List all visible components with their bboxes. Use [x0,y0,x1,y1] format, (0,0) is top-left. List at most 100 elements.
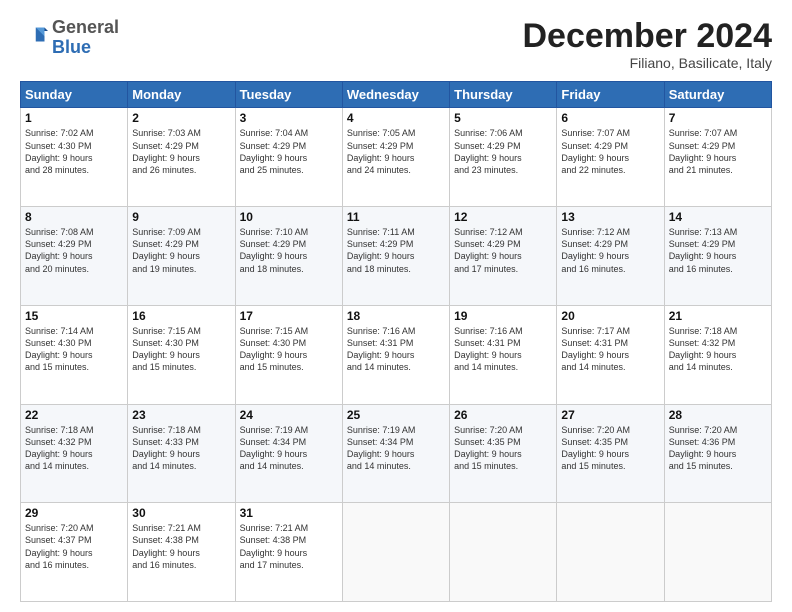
calendar-cell: 30 Sunrise: 7:21 AMSunset: 4:38 PMDayligh… [128,503,235,602]
header: General Blue December 2024 Filiano, Basi… [20,18,772,71]
calendar-cell: 4 Sunrise: 7:05 AMSunset: 4:29 PMDaylight… [342,108,449,207]
day-number: 27 [561,408,659,422]
day-info: Sunrise: 7:10 AMSunset: 4:29 PMDaylight:… [240,226,338,275]
day-number: 26 [454,408,552,422]
day-info: Sunrise: 7:19 AMSunset: 4:34 PMDaylight:… [347,424,445,473]
day-number: 2 [132,111,230,125]
day-info: Sunrise: 7:15 AMSunset: 4:30 PMDaylight:… [132,325,230,374]
calendar-cell [450,503,557,602]
calendar-week-4: 22 Sunrise: 7:18 AMSunset: 4:32 PMDayligh… [21,404,772,503]
day-number: 1 [25,111,123,125]
day-number: 13 [561,210,659,224]
day-number: 29 [25,506,123,520]
calendar-cell: 2 Sunrise: 7:03 AMSunset: 4:29 PMDaylight… [128,108,235,207]
calendar-cell: 31 Sunrise: 7:21 AMSunset: 4:38 PMDayligh… [235,503,342,602]
day-number: 18 [347,309,445,323]
day-info: Sunrise: 7:20 AMSunset: 4:37 PMDaylight:… [25,522,123,571]
day-number: 24 [240,408,338,422]
day-info: Sunrise: 7:14 AMSunset: 4:30 PMDaylight:… [25,325,123,374]
day-number: 7 [669,111,767,125]
logo-blue: Blue [52,37,91,57]
day-info: Sunrise: 7:07 AMSunset: 4:29 PMDaylight:… [561,127,659,176]
day-info: Sunrise: 7:19 AMSunset: 4:34 PMDaylight:… [240,424,338,473]
calendar-cell: 15Sunrise: 7:14 AMSunset: 4:30 PMDayligh… [21,305,128,404]
calendar-cell: 14 Sunrise: 7:13 AMSunset: 4:29 PMDayligh… [664,207,771,306]
col-header-thursday: Thursday [450,82,557,108]
day-info: Sunrise: 7:15 AMSunset: 4:30 PMDaylight:… [240,325,338,374]
calendar-cell: 12 Sunrise: 7:12 AMSunset: 4:29 PMDayligh… [450,207,557,306]
col-header-friday: Friday [557,82,664,108]
calendar-cell: 21 Sunrise: 7:18 AMSunset: 4:32 PMDayligh… [664,305,771,404]
day-info: Sunrise: 7:04 AMSunset: 4:29 PMDaylight:… [240,127,338,176]
day-info: Sunrise: 7:12 AMSunset: 4:29 PMDaylight:… [561,226,659,275]
day-number: 10 [240,210,338,224]
logo-text: General Blue [52,18,119,58]
day-info: Sunrise: 7:05 AMSunset: 4:29 PMDaylight:… [347,127,445,176]
month-title: December 2024 [522,18,772,55]
calendar-week-3: 15Sunrise: 7:14 AMSunset: 4:30 PMDayligh… [21,305,772,404]
calendar-cell: 8 Sunrise: 7:08 AMSunset: 4:29 PMDaylight… [21,207,128,306]
day-number: 14 [669,210,767,224]
day-info: Sunrise: 7:12 AMSunset: 4:29 PMDaylight:… [454,226,552,275]
col-header-sunday: Sunday [21,82,128,108]
calendar-cell: 13 Sunrise: 7:12 AMSunset: 4:29 PMDayligh… [557,207,664,306]
day-number: 22 [25,408,123,422]
calendar-cell: 16 Sunrise: 7:15 AMSunset: 4:30 PMDayligh… [128,305,235,404]
calendar-cell: 18 Sunrise: 7:16 AMSunset: 4:31 PMDayligh… [342,305,449,404]
day-number: 6 [561,111,659,125]
day-info: Sunrise: 7:20 AMSunset: 4:35 PMDaylight:… [454,424,552,473]
day-number: 12 [454,210,552,224]
day-info: Sunrise: 7:13 AMSunset: 4:29 PMDaylight:… [669,226,767,275]
calendar-cell: 1 Sunrise: 7:02 AMSunset: 4:30 PMDaylight… [21,108,128,207]
logo-icon [20,24,48,52]
calendar-cell: 28Sunrise: 7:20 AMSunset: 4:36 PMDayligh… [664,404,771,503]
day-info: Sunrise: 7:17 AMSunset: 4:31 PMDaylight:… [561,325,659,374]
day-info: Sunrise: 7:03 AMSunset: 4:29 PMDaylight:… [132,127,230,176]
day-info: Sunrise: 7:21 AMSunset: 4:38 PMDaylight:… [240,522,338,571]
calendar-cell: 7 Sunrise: 7:07 AMSunset: 4:29 PMDaylight… [664,108,771,207]
calendar-cell: 9Sunrise: 7:09 AMSunset: 4:29 PMDaylight… [128,207,235,306]
col-header-monday: Monday [128,82,235,108]
calendar-cell: 11Sunrise: 7:11 AMSunset: 4:29 PMDayligh… [342,207,449,306]
title-block: December 2024 Filiano, Basilicate, Italy [522,18,772,71]
day-number: 21 [669,309,767,323]
day-number: 31 [240,506,338,520]
calendar-week-1: 1 Sunrise: 7:02 AMSunset: 4:30 PMDaylight… [21,108,772,207]
calendar-cell: 24 Sunrise: 7:19 AMSunset: 4:34 PMDayligh… [235,404,342,503]
day-info: Sunrise: 7:16 AMSunset: 4:31 PMDaylight:… [347,325,445,374]
col-header-wednesday: Wednesday [342,82,449,108]
calendar-cell: 6 Sunrise: 7:07 AMSunset: 4:29 PMDaylight… [557,108,664,207]
day-info: Sunrise: 7:18 AMSunset: 4:32 PMDaylight:… [25,424,123,473]
day-number: 25 [347,408,445,422]
day-number: 3 [240,111,338,125]
location: Filiano, Basilicate, Italy [522,55,772,71]
day-number: 5 [454,111,552,125]
calendar-cell: 29 Sunrise: 7:20 AMSunset: 4:37 PMDayligh… [21,503,128,602]
calendar-table: SundayMondayTuesdayWednesdayThursdayFrid… [20,81,772,602]
day-info: Sunrise: 7:08 AMSunset: 4:29 PMDaylight:… [25,226,123,275]
day-number: 11 [347,210,445,224]
day-number: 19 [454,309,552,323]
logo: General Blue [20,18,119,58]
calendar-cell: 3 Sunrise: 7:04 AMSunset: 4:29 PMDaylight… [235,108,342,207]
calendar-cell: 17Sunrise: 7:15 AMSunset: 4:30 PMDayligh… [235,305,342,404]
day-number: 8 [25,210,123,224]
day-number: 30 [132,506,230,520]
day-info: Sunrise: 7:02 AMSunset: 4:30 PMDaylight:… [25,127,123,176]
col-header-saturday: Saturday [664,82,771,108]
col-header-tuesday: Tuesday [235,82,342,108]
day-number: 28 [669,408,767,422]
calendar-cell: 23Sunrise: 7:18 AMSunset: 4:33 PMDayligh… [128,404,235,503]
day-info: Sunrise: 7:21 AMSunset: 4:38 PMDaylight:… [132,522,230,571]
calendar-cell: 22 Sunrise: 7:18 AMSunset: 4:32 PMDayligh… [21,404,128,503]
calendar-cell: 10 Sunrise: 7:10 AMSunset: 4:29 PMDayligh… [235,207,342,306]
day-info: Sunrise: 7:16 AMSunset: 4:31 PMDaylight:… [454,325,552,374]
day-info: Sunrise: 7:09 AMSunset: 4:29 PMDaylight:… [132,226,230,275]
day-info: Sunrise: 7:07 AMSunset: 4:29 PMDaylight:… [669,127,767,176]
day-number: 4 [347,111,445,125]
day-info: Sunrise: 7:18 AMSunset: 4:32 PMDaylight:… [669,325,767,374]
day-number: 16 [132,309,230,323]
calendar-cell: 26 Sunrise: 7:20 AMSunset: 4:35 PMDayligh… [450,404,557,503]
calendar-cell [664,503,771,602]
day-info: Sunrise: 7:06 AMSunset: 4:29 PMDaylight:… [454,127,552,176]
